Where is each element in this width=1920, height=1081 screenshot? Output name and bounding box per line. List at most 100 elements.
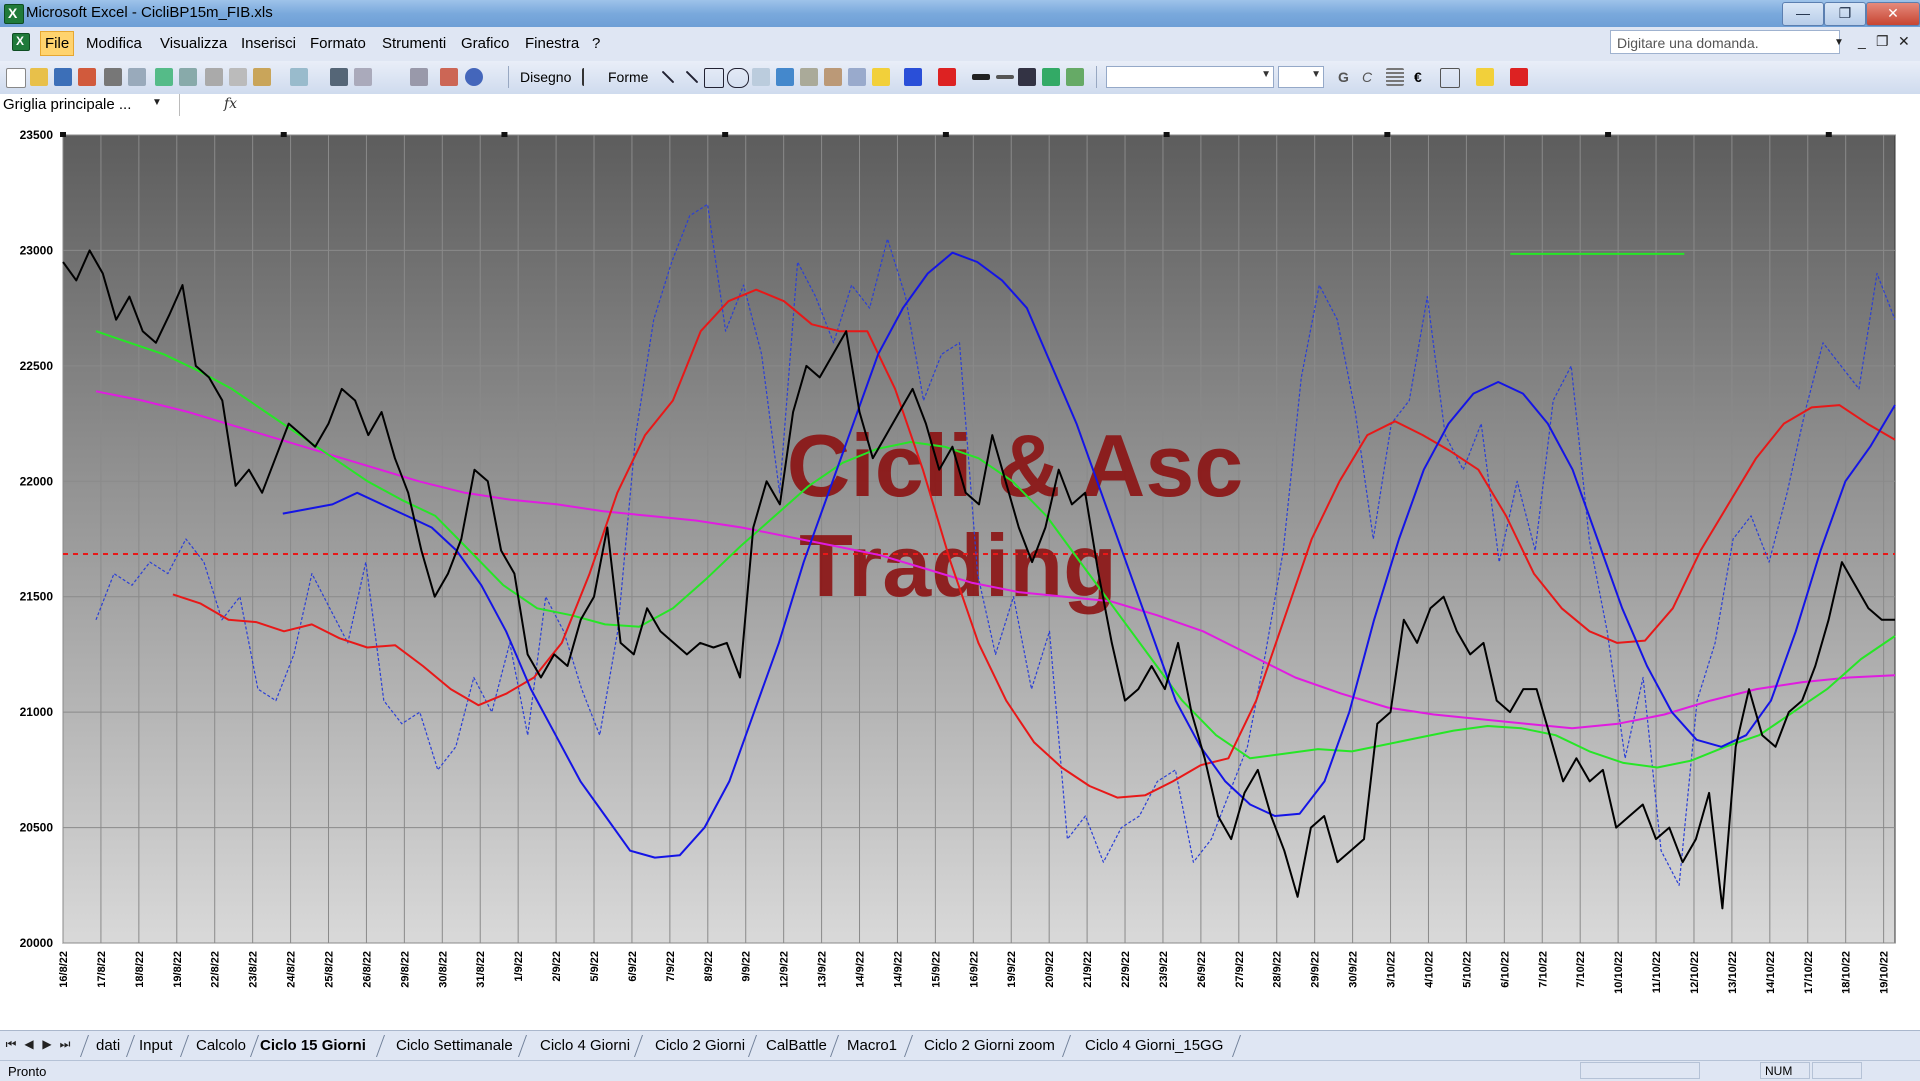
help-question-input[interactable]: Digitare una domanda. [1610, 30, 1840, 54]
menu-modifica[interactable]: Modifica [86, 35, 142, 52]
x-tick-label: 13/9/22 [817, 951, 829, 988]
tab-ciclo-4-giorni[interactable]: Ciclo 4 Giorni [540, 1037, 630, 1054]
line-icon[interactable] [661, 70, 675, 84]
open-icon[interactable] [30, 68, 48, 86]
picture-icon[interactable] [848, 68, 866, 86]
tab-ciclo-2-giorni-zoom[interactable]: Ciclo 2 Giorni zoom [924, 1037, 1055, 1054]
sort-icon[interactable] [410, 68, 428, 86]
paste-icon[interactable] [253, 68, 271, 86]
line-style-icon[interactable] [972, 74, 990, 80]
research-icon[interactable] [179, 68, 197, 86]
x-tick-label: 6/10/22 [1499, 951, 1511, 988]
x-tick-label: 16/8/22 [58, 951, 70, 988]
font-size-combo[interactable]: ▼ [1278, 66, 1324, 88]
diagram-icon[interactable] [800, 68, 818, 86]
x-tick-label: 28/9/22 [1272, 951, 1284, 988]
menu-visualizza[interactable]: Visualizza [160, 35, 227, 52]
workbook-restore-icon[interactable]: ❐ [1876, 33, 1889, 50]
prev-sheet-button[interactable]: ◀ [22, 1037, 36, 1053]
tab-calbattle[interactable]: CalBattle [766, 1037, 827, 1054]
print-preview-icon[interactable] [128, 68, 146, 86]
line-color-icon[interactable] [904, 68, 922, 86]
shadow-style-icon[interactable] [1042, 68, 1060, 86]
bold-button[interactable]: G [1338, 69, 1349, 85]
undo-icon[interactable] [290, 68, 308, 86]
formula-input[interactable] [244, 94, 1920, 116]
menu-help[interactable]: ? [592, 35, 600, 52]
excel-app-icon[interactable]: X [4, 4, 24, 24]
text-color-icon[interactable] [1510, 68, 1528, 86]
tab-ciclo-settimanale[interactable]: Ciclo Settimanale [396, 1037, 513, 1054]
chart-wizard-icon[interactable] [440, 68, 458, 86]
last-sheet-button[interactable]: ⏭ [58, 1037, 72, 1053]
wordart-icon[interactable] [776, 68, 794, 86]
menu-finestra[interactable]: Finestra [525, 35, 579, 52]
x-tick-label: 31/8/22 [475, 951, 487, 988]
tab-ciclo-4-giorni-15gg[interactable]: Ciclo 4 Giorni_15GG [1085, 1037, 1223, 1054]
3d-style-icon[interactable] [1066, 68, 1084, 86]
menu-strumenti[interactable]: Strumenti [382, 35, 446, 52]
autoshapes-menu[interactable]: Forme [608, 69, 648, 85]
save-icon[interactable] [54, 68, 72, 86]
spelling-icon[interactable] [155, 68, 173, 86]
close-button[interactable]: ✕ [1866, 2, 1920, 26]
name-box-dropdown-icon[interactable]: ▼ [152, 97, 162, 108]
x-tick-label: 9/9/22 [741, 951, 753, 982]
help-icon[interactable] [465, 68, 483, 86]
status-cell [1812, 1062, 1862, 1079]
first-sheet-button[interactable]: ⏮ [4, 1037, 18, 1053]
workbook-minimize-icon[interactable]: _ [1858, 33, 1866, 49]
tab-ciclo-2-giorni[interactable]: Ciclo 2 Giorni [655, 1037, 745, 1054]
hyperlink-icon[interactable] [330, 68, 348, 86]
oval-icon[interactable] [727, 68, 749, 88]
chart-handle [1605, 132, 1612, 137]
insert-function-icon[interactable]: fx [224, 96, 237, 112]
tab-macro1[interactable]: Macro1 [847, 1037, 897, 1054]
cycle-chart[interactable]: 20000 20500 21000 21500 22000 22500 23000 23500… [0, 118, 1920, 1030]
clipart-icon[interactable] [824, 68, 842, 86]
dash-style-icon[interactable] [996, 75, 1014, 79]
autosum-icon[interactable] [354, 68, 372, 86]
workbook-close-icon[interactable]: ✕ [1898, 33, 1910, 50]
tab-dati[interactable]: dati [96, 1037, 120, 1054]
menu-grafico[interactable]: Grafico [461, 35, 509, 52]
workbook-icon[interactable]: X [12, 33, 30, 51]
euro-button[interactable]: € [1414, 69, 1422, 85]
permission-icon[interactable] [78, 68, 96, 86]
tab-ciclo-15-giorni[interactable]: Ciclo 15 Giorni [260, 1037, 366, 1054]
italic-button[interactable]: C [1362, 69, 1372, 85]
minimize-button[interactable]: — [1782, 2, 1824, 26]
restore-button[interactable]: ❐ [1824, 2, 1866, 26]
chart-area[interactable]: 20000 20500 21000 21500 22000 22500 23000 23500… [0, 118, 1920, 1030]
new-icon[interactable] [6, 68, 26, 88]
copy-icon[interactable] [229, 68, 247, 86]
chart-handle [1163, 132, 1170, 137]
drawing-menu[interactable]: Disegno [520, 69, 571, 85]
chart-handle [722, 132, 729, 137]
cell-fill-icon[interactable] [1476, 68, 1494, 86]
tab-input[interactable]: Input [139, 1037, 172, 1054]
select-objects-icon[interactable] [582, 68, 598, 86]
x-tick-label: 29/8/22 [399, 951, 411, 988]
tab-calcolo[interactable]: Calcolo [196, 1037, 246, 1054]
textbox-icon[interactable] [752, 68, 770, 86]
menu-file[interactable]: File [40, 31, 75, 56]
arrow-style-icon[interactable] [1018, 68, 1036, 86]
fill-color-icon[interactable] [872, 68, 890, 86]
chart-handle [501, 132, 508, 137]
align-icon[interactable] [1386, 68, 1404, 86]
x-tick-label: 27/9/22 [1234, 951, 1246, 988]
font-name-combo[interactable]: ▼ [1106, 66, 1274, 88]
cut-icon[interactable] [205, 68, 223, 86]
next-sheet-button[interactable]: ▶ [40, 1037, 54, 1053]
rectangle-icon[interactable] [704, 68, 724, 88]
menu-formato[interactable]: Formato [310, 35, 366, 52]
menu-inserisci[interactable]: Inserisci [241, 35, 296, 52]
x-tick-label: 14/10/22 [1765, 951, 1777, 994]
font-color-icon[interactable] [938, 68, 956, 86]
formula-bar: Griglia principale ... ▼ fx [0, 94, 1920, 119]
arrow-icon[interactable] [685, 70, 699, 84]
borders-icon[interactable] [1440, 68, 1460, 88]
help-dropdown-arrow[interactable]: ▼ [1834, 37, 1844, 48]
print-icon[interactable] [104, 68, 122, 86]
